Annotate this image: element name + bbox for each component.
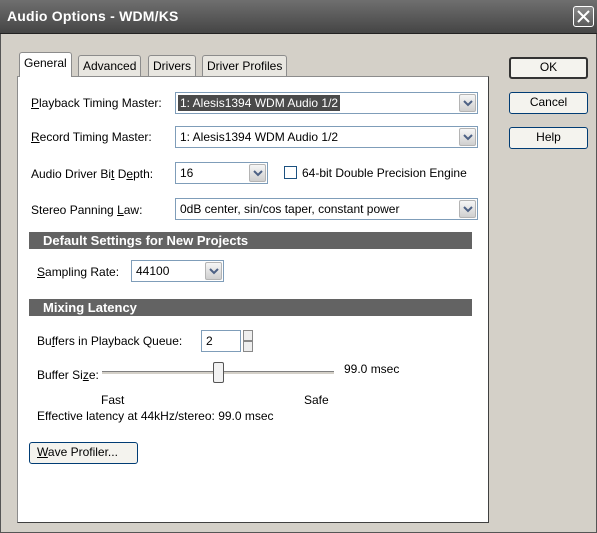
- tab-advanced[interactable]: Advanced: [78, 55, 142, 76]
- record-timing-label: Record Timing Master:: [31, 130, 152, 144]
- buffers-spinner[interactable]: [243, 330, 253, 352]
- close-button[interactable]: [573, 6, 594, 27]
- double-precision-checkbox[interactable]: [284, 166, 297, 179]
- tab-label: General: [24, 56, 67, 70]
- tab-drivers[interactable]: Drivers: [148, 55, 196, 76]
- dropdown-button[interactable]: [459, 200, 476, 218]
- dropdown-button[interactable]: [459, 94, 476, 112]
- buffers-input[interactable]: 2: [201, 330, 241, 352]
- double-precision-label: 64-bit Double Precision Engine: [302, 166, 467, 180]
- sampling-rate-select[interactable]: 44100: [131, 260, 224, 282]
- playback-timing-value: 1: Alesis1394 WDM Audio 1/2: [178, 95, 341, 111]
- buffers-value: 2: [206, 334, 213, 348]
- help-button[interactable]: Help: [509, 127, 588, 149]
- chevron-down-icon: [463, 134, 473, 141]
- dropdown-button[interactable]: [205, 262, 222, 280]
- safe-label: Safe: [304, 393, 329, 407]
- default-settings-header: Default Settings for New Projects: [29, 232, 472, 249]
- mixing-latency-header: Mixing Latency: [29, 299, 472, 316]
- tab-driver-profiles[interactable]: Driver Profiles: [202, 55, 288, 76]
- chevron-down-icon: [209, 268, 219, 275]
- sampling-rate-label: Sampling Rate:: [37, 265, 120, 279]
- ok-button[interactable]: OK: [509, 57, 588, 79]
- tab-label: Advanced: [83, 59, 137, 73]
- panning-law-value: 0dB center, sin/cos taper, constant powe…: [180, 202, 400, 216]
- bit-depth-value: 16: [180, 166, 194, 180]
- title-bar: Audio Options - WDM/KS: [0, 0, 597, 34]
- tab-label: Drivers: [153, 59, 191, 73]
- window-title: Audio Options - WDM/KS: [7, 8, 179, 24]
- panning-law-select[interactable]: 0dB center, sin/cos taper, constant powe…: [175, 198, 478, 220]
- playback-timing-select[interactable]: 1: Alesis1394 WDM Audio 1/2: [175, 92, 478, 114]
- dropdown-button[interactable]: [459, 128, 476, 146]
- chevron-down-icon: [463, 100, 473, 107]
- buffer-size-slider[interactable]: [212, 362, 224, 383]
- effective-latency-text: Effective latency at 44kHz/stereo: 99.0 …: [37, 409, 274, 423]
- tab-label: Driver Profiles: [207, 59, 283, 73]
- sampling-rate-value: 44100: [136, 264, 170, 278]
- record-timing-select[interactable]: 1: Alesis1394 WDM Audio 1/2: [175, 126, 478, 148]
- dropdown-button[interactable]: [249, 164, 266, 182]
- buffers-label: Buffers in Playback Queue:: [37, 334, 183, 348]
- bit-depth-select[interactable]: 16: [175, 162, 268, 184]
- record-timing-value: 1: Alesis1394 WDM Audio 1/2: [180, 130, 339, 144]
- buffer-size-readout: 99.0 msec: [344, 362, 400, 376]
- fast-label: Fast: [101, 393, 125, 407]
- cancel-button[interactable]: Cancel: [509, 92, 588, 114]
- playback-timing-label: Playback Timing Master:: [31, 96, 162, 110]
- chevron-down-icon: [253, 170, 263, 177]
- close-icon: [577, 10, 590, 23]
- chevron-down-icon: [463, 206, 473, 213]
- bit-depth-label: Audio Driver Bit Depth:: [31, 167, 154, 181]
- panning-law-label: Stereo Panning Law:: [31, 203, 143, 217]
- spin-up-icon[interactable]: [243, 330, 253, 341]
- spin-down-icon[interactable]: [243, 341, 253, 352]
- tab-general[interactable]: General: [19, 52, 72, 77]
- wave-profiler-button[interactable]: Wave Profiler...: [29, 442, 138, 464]
- buffer-size-label: Buffer Size:: [37, 368, 99, 382]
